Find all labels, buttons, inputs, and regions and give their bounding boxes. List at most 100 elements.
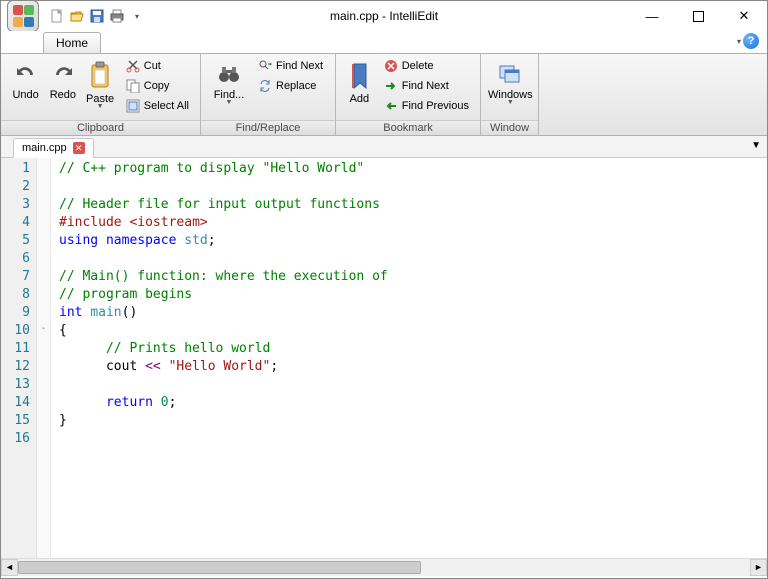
redo-button[interactable]: Redo: [44, 56, 81, 118]
bookmark-icon: [346, 61, 372, 91]
bookmark-find-prev-label: Find Previous: [402, 100, 469, 112]
document-tab-menu-icon[interactable]: ▼: [751, 140, 761, 151]
line-number: 10: [3, 322, 30, 340]
select-all-button[interactable]: Select All: [121, 96, 194, 116]
fold-gutter[interactable]: -: [37, 158, 51, 558]
line-number: 1: [3, 160, 30, 178]
fold-marker: [37, 302, 50, 320]
code-line[interactable]: // Prints hello world: [59, 340, 767, 358]
help-icon[interactable]: ?: [743, 33, 759, 49]
bookmark-add-label: Add: [350, 93, 370, 105]
fold-marker: [37, 212, 50, 230]
group-label-clipboard: Clipboard: [1, 120, 200, 135]
code-line[interactable]: cout << "Hello World";: [59, 358, 767, 376]
code-line[interactable]: [59, 178, 767, 196]
fold-marker: [37, 248, 50, 266]
find-button[interactable]: Find... ▼: [207, 56, 251, 118]
group-bookmark: Add Delete Find Next Find Previous Bookm…: [336, 54, 481, 135]
undo-label: Undo: [12, 89, 38, 101]
scroll-thumb[interactable]: [18, 561, 421, 574]
code-line[interactable]: [59, 430, 767, 448]
bookmark-find-next-label: Find Next: [402, 80, 449, 92]
document-tab[interactable]: main.cpp ✕: [13, 138, 94, 158]
code-line[interactable]: // Main() function: where the execution …: [59, 268, 767, 286]
minimize-button[interactable]: —: [629, 1, 675, 31]
ribbon-tabstrip: Home ? ▾: [1, 31, 767, 54]
fold-marker: [37, 410, 50, 428]
ribbon-options-icon[interactable]: ▾: [737, 37, 741, 46]
group-label-window: Window: [481, 120, 538, 135]
group-label-findreplace: Find/Replace: [201, 120, 335, 135]
select-all-label: Select All: [144, 100, 189, 112]
replace-label: Replace: [276, 80, 316, 92]
tab-home[interactable]: Home: [43, 32, 101, 53]
code-area[interactable]: // C++ program to display "Hello World" …: [51, 158, 767, 558]
fold-marker: [37, 176, 50, 194]
fold-marker: [37, 158, 50, 176]
code-line[interactable]: [59, 376, 767, 394]
code-line[interactable]: // program begins: [59, 286, 767, 304]
group-clipboard: Undo Redo Paste ▼ Cut Copy: [1, 54, 201, 135]
line-number: 11: [3, 340, 30, 358]
save-icon[interactable]: [89, 8, 105, 24]
windows-button[interactable]: Windows ▼: [487, 56, 534, 118]
open-file-icon[interactable]: [69, 8, 85, 24]
scroll-right-button[interactable]: ►: [750, 559, 767, 576]
cut-button[interactable]: Cut: [121, 56, 194, 76]
copy-button[interactable]: Copy: [121, 76, 194, 96]
fold-marker: [37, 356, 50, 374]
code-editor[interactable]: 12345678910111213141516 - // C++ program…: [1, 158, 767, 558]
bookmark-find-prev-button[interactable]: Find Previous: [379, 96, 474, 116]
scroll-left-button[interactable]: ◄: [1, 559, 18, 576]
replace-button[interactable]: Replace: [253, 76, 328, 96]
close-tab-icon[interactable]: ✕: [73, 142, 85, 154]
group-window: Windows ▼ Window: [481, 54, 539, 135]
line-number: 16: [3, 430, 30, 448]
line-number: 13: [3, 376, 30, 394]
document-tabstrip: main.cpp ✕ ▼: [1, 136, 767, 158]
group-label-bookmark: Bookmark: [336, 120, 480, 135]
line-number: 6: [3, 250, 30, 268]
code-line[interactable]: [59, 250, 767, 268]
redo-label: Redo: [50, 89, 76, 101]
code-line[interactable]: // C++ program to display "Hello World": [59, 160, 767, 178]
app-icon[interactable]: [7, 0, 39, 32]
code-line[interactable]: return 0;: [59, 394, 767, 412]
paste-button[interactable]: Paste ▼: [82, 56, 119, 118]
horizontal-scrollbar[interactable]: ◄ ►: [1, 558, 767, 575]
copy-label: Copy: [144, 80, 170, 92]
line-number: 5: [3, 232, 30, 250]
paste-icon: [87, 61, 113, 91]
bookmark-find-next-button[interactable]: Find Next: [379, 76, 474, 96]
select-all-icon: [126, 99, 140, 113]
redo-icon: [50, 61, 76, 87]
delete-icon: [384, 59, 398, 73]
fold-marker[interactable]: -: [37, 320, 50, 338]
new-file-icon[interactable]: [49, 8, 65, 24]
bookmark-delete-button[interactable]: Delete: [379, 56, 474, 76]
titlebar: ▾ main.cpp - IntelliEdit — ✕: [1, 1, 767, 31]
code-line[interactable]: using namespace std;: [59, 232, 767, 250]
window-title: main.cpp - IntelliEdit: [330, 9, 438, 23]
code-line[interactable]: int main(): [59, 304, 767, 322]
fold-marker: [37, 194, 50, 212]
print-icon[interactable]: [109, 8, 125, 24]
chevron-down-icon: ▼: [97, 103, 104, 110]
bookmark-delete-label: Delete: [402, 60, 434, 72]
line-number: 3: [3, 196, 30, 214]
close-button[interactable]: ✕: [721, 1, 767, 31]
code-line[interactable]: {: [59, 322, 767, 340]
line-number: 8: [3, 286, 30, 304]
code-line[interactable]: // Header file for input output function…: [59, 196, 767, 214]
maximize-button[interactable]: [675, 1, 721, 31]
code-line[interactable]: #include <iostream>: [59, 214, 767, 232]
group-findreplace: Find... ▼ Find Next Replace Find/Replace: [201, 54, 336, 135]
code-line[interactable]: }: [59, 412, 767, 430]
bookmark-add-button[interactable]: Add: [342, 56, 377, 118]
fold-marker: [37, 392, 50, 410]
undo-button[interactable]: Undo: [7, 56, 44, 118]
arrow-left-icon: [384, 99, 398, 113]
scroll-track[interactable]: [18, 559, 750, 576]
qat-customize-icon[interactable]: ▾: [129, 8, 145, 24]
find-next-button[interactable]: Find Next: [253, 56, 328, 76]
